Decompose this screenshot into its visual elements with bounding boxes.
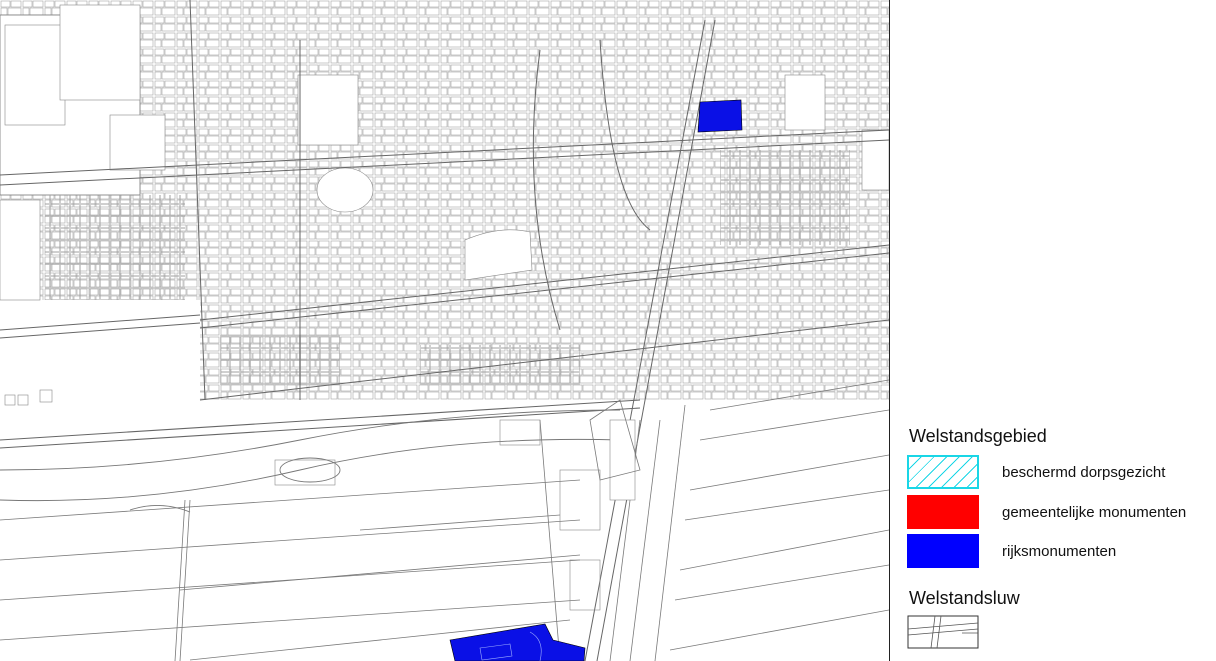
hatch-cyan-swatch-icon — [907, 455, 979, 489]
polder-fields — [0, 379, 889, 661]
legend-label: beschermd dorpsgezicht — [1002, 464, 1166, 481]
monument-area-north — [697, 99, 743, 133]
cadastral-map — [0, 0, 889, 661]
legend-label: rijksmonumenten — [1002, 543, 1117, 560]
blue-swatch-icon — [907, 534, 979, 568]
red-swatch-icon — [907, 495, 979, 529]
legend-panel: Welstandsgebied beschermd dorpsgezicht g… — [890, 0, 1216, 661]
legend-item-welstandsluw — [907, 615, 1207, 651]
legend-item-gemeentelijke-monumenten: gemeentelijke monumenten — [907, 495, 1207, 531]
street-lines-swatch-icon — [907, 615, 979, 649]
map-canvas[interactable] — [0, 0, 889, 661]
urban-blocks — [0, 0, 889, 400]
legend-label: gemeentelijke monumenten — [1002, 504, 1187, 521]
canal — [0, 409, 621, 513]
legend-title-welstandsluw: Welstandsluw — [909, 588, 1020, 608]
monument-area-south — [449, 623, 586, 661]
dike-buildings — [4, 389, 601, 611]
legend-item-rijksmonumenten: rijksmonumenten — [907, 534, 1207, 570]
legend-title-welstandsgebied: Welstandsgebied — [909, 426, 1047, 446]
legend-item-beschermd-dorpsgezicht: beschermd dorpsgezicht — [907, 455, 1207, 491]
